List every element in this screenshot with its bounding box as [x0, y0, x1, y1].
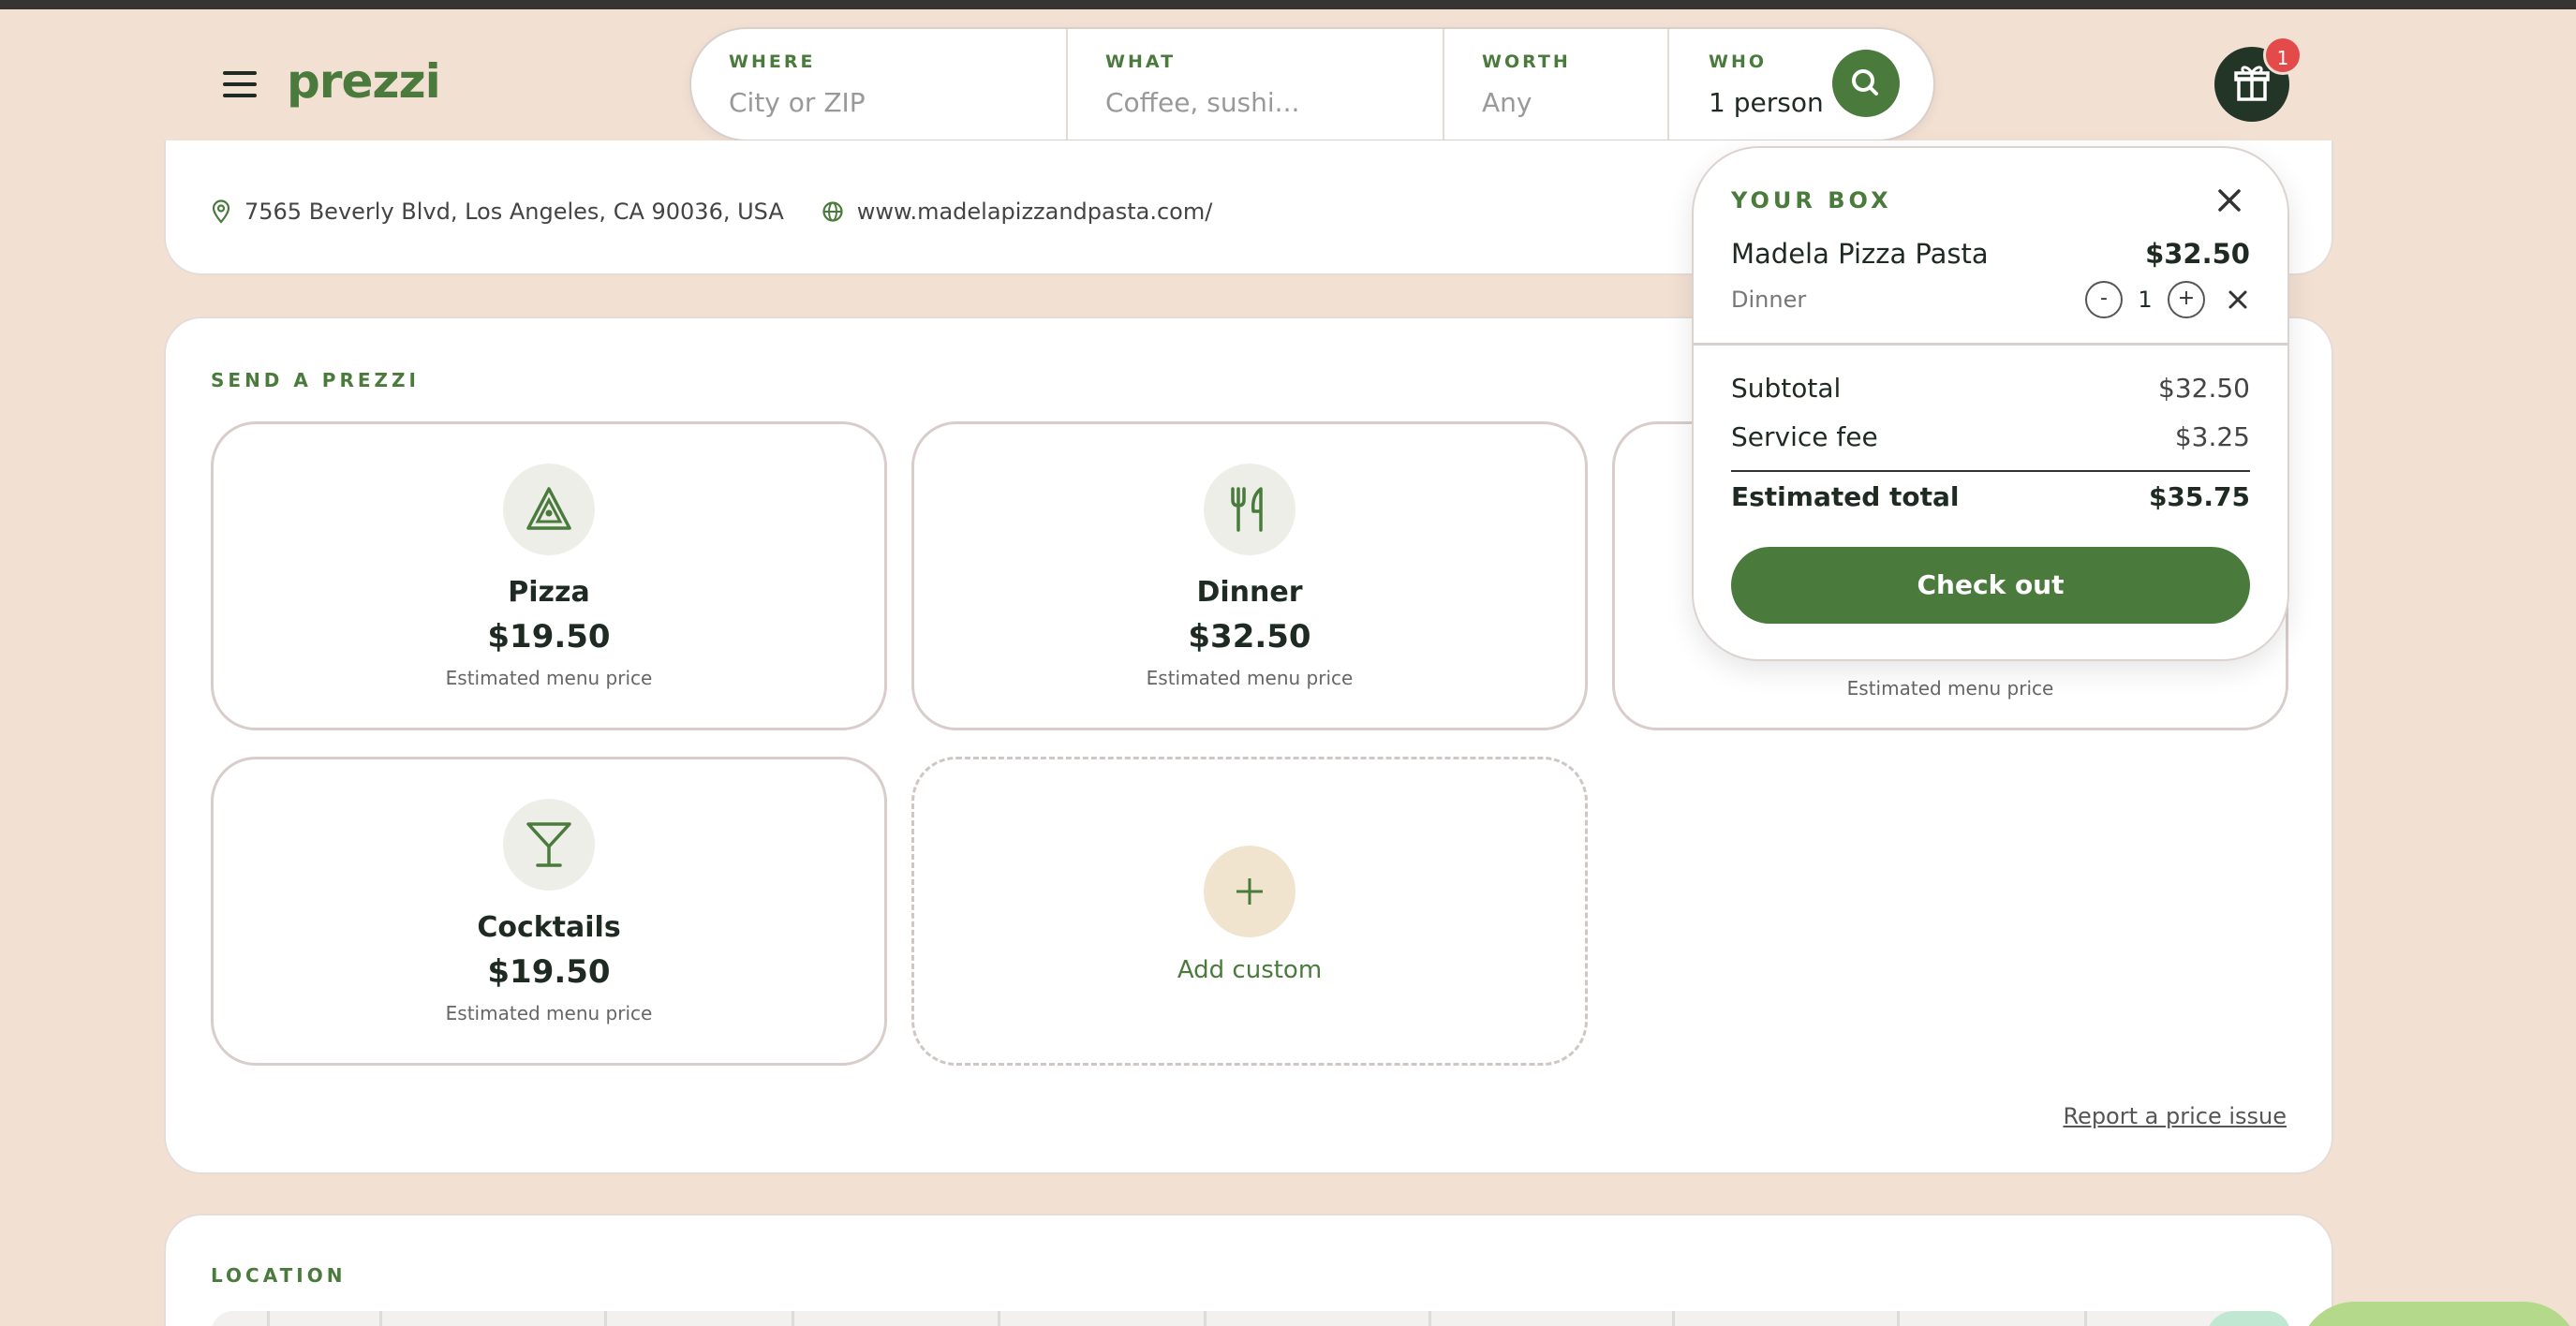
add-custom-label: Add custom	[1177, 956, 1323, 984]
option-name: Cocktails	[477, 911, 621, 944]
close-icon[interactable]	[2214, 185, 2244, 215]
location-section-label: LOCATION	[211, 1264, 347, 1287]
option-price: $19.50	[487, 953, 611, 991]
option-card-dinner[interactable]: Dinner $32.50 Estimated menu price	[911, 421, 1588, 730]
box-title: YOUR BOX	[1731, 187, 1892, 214]
cart-count-badge: 1	[2263, 36, 2302, 75]
location-card: LOCATION	[164, 1214, 2333, 1326]
remove-item-icon[interactable]	[2226, 287, 2250, 312]
total-divider	[1731, 470, 2250, 472]
total-label: Estimated total	[1731, 481, 1960, 512]
box-item-name: Madela Pizza Pasta	[1731, 238, 1989, 270]
map-road	[267, 1311, 270, 1326]
search-divider	[1443, 29, 1444, 140]
service-fee-row: Service fee $3.25	[1731, 421, 2250, 452]
report-price-issue-link[interactable]: Report a price issue	[2063, 1103, 2287, 1129]
utensils-icon-wrap	[1204, 464, 1295, 555]
option-name: Pizza	[508, 576, 590, 609]
restaurant-address: 7565 Beverly Blvd, Los Angeles, CA 90036…	[244, 199, 784, 225]
decrement-button[interactable]: -	[2085, 281, 2123, 318]
box-item-type: Dinner	[1731, 287, 1807, 313]
where-label: WHERE	[729, 52, 816, 72]
option-card-cocktails[interactable]: Cocktails $19.50 Estimated menu price	[211, 757, 887, 1066]
map-road	[604, 1311, 607, 1326]
option-price: $19.50	[487, 618, 611, 656]
where-input[interactable]: City or ZIP	[729, 87, 1066, 118]
pizza-icon-wrap	[503, 464, 595, 555]
search-bar: WHERE City or ZIP WHAT Coffee, sushi... …	[689, 27, 1935, 141]
option-price: $32.50	[1188, 618, 1311, 656]
cocktail-icon	[526, 822, 571, 867]
worth-field[interactable]: WORTH Any	[1482, 29, 1660, 140]
worth-value[interactable]: Any	[1482, 87, 1660, 118]
cocktail-icon-wrap	[503, 799, 595, 891]
chat-widget-button[interactable]	[2299, 1302, 2576, 1326]
subtotal-value: $32.50	[2158, 373, 2250, 404]
search-divider	[1667, 29, 1669, 140]
map-road	[2084, 1311, 2087, 1326]
utensils-icon	[1231, 487, 1263, 532]
your-box-popup: YOUR BOX Madela Pizza Pasta $32.50 Dinne…	[1692, 146, 2289, 661]
map[interactable]	[211, 1311, 2290, 1326]
map-road	[1897, 1311, 1900, 1326]
what-field[interactable]: WHAT Coffee, sushi...	[1105, 29, 1443, 140]
option-name: Dinner	[1196, 576, 1303, 609]
plus-icon	[1236, 878, 1263, 905]
hamburger-menu-icon[interactable]	[223, 71, 257, 97]
who-value[interactable]: 1 person	[1709, 87, 1830, 118]
map-road	[792, 1311, 794, 1326]
increment-button[interactable]: +	[2168, 281, 2205, 318]
plus-icon-wrap	[1204, 846, 1295, 937]
where-field[interactable]: WHERE City or ZIP	[729, 29, 1066, 140]
send-section-label: SEND A PREZZI	[211, 369, 420, 391]
who-label: WHO	[1709, 52, 1768, 72]
option-card-pizza[interactable]: Pizza $19.50 Estimated menu price	[211, 421, 887, 730]
search-divider	[1066, 29, 1068, 140]
total-value: $35.75	[2148, 481, 2250, 512]
option-subtext: Estimated menu price	[1146, 667, 1354, 689]
box-item-price: $32.50	[2145, 238, 2250, 270]
map-road	[1204, 1311, 1207, 1326]
map-park-area	[2206, 1311, 2290, 1326]
quantity-value: 1	[2138, 287, 2153, 313]
window-top-strip	[0, 0, 2576, 9]
option-subtext: Estimated menu price	[445, 667, 653, 689]
service-fee-label: Service fee	[1731, 421, 1878, 452]
restaurant-website-link[interactable]: www.madelapizzandpasta.com/	[857, 199, 1213, 225]
map-road	[1672, 1311, 1675, 1326]
option-subtext: Estimated menu price	[445, 1002, 653, 1024]
worth-label: WORTH	[1482, 52, 1571, 72]
checkout-button[interactable]: Check out	[1731, 547, 2250, 624]
subtotal-label: Subtotal	[1731, 373, 1842, 404]
search-button[interactable]	[1832, 50, 1900, 117]
pizza-icon	[526, 487, 571, 530]
map-road	[998, 1311, 1000, 1326]
search-icon	[1852, 69, 1878, 96]
map-road	[379, 1311, 382, 1326]
map-road	[1429, 1311, 1431, 1326]
restaurant-contact-row: 7565 Beverly Blvd, Los Angeles, CA 90036…	[211, 199, 1212, 225]
who-field[interactable]: WHO 1 person	[1709, 29, 1830, 140]
what-input[interactable]: Coffee, sushi...	[1105, 87, 1443, 118]
globe-icon	[822, 201, 843, 222]
prezzi-logo[interactable]: prezzi	[287, 54, 441, 109]
option-subtext: Estimated menu price	[1846, 677, 2054, 700]
subtotal-row: Subtotal $32.50	[1731, 373, 2250, 404]
service-fee-value: $3.25	[2174, 421, 2250, 452]
quantity-stepper: - 1 +	[2085, 281, 2250, 318]
what-label: WHAT	[1105, 52, 1177, 72]
location-pin-icon	[212, 199, 230, 224]
add-custom-card[interactable]: Add custom	[911, 757, 1588, 1066]
box-divider	[1694, 343, 2289, 346]
estimated-total-row: Estimated total $35.75	[1731, 481, 2250, 512]
